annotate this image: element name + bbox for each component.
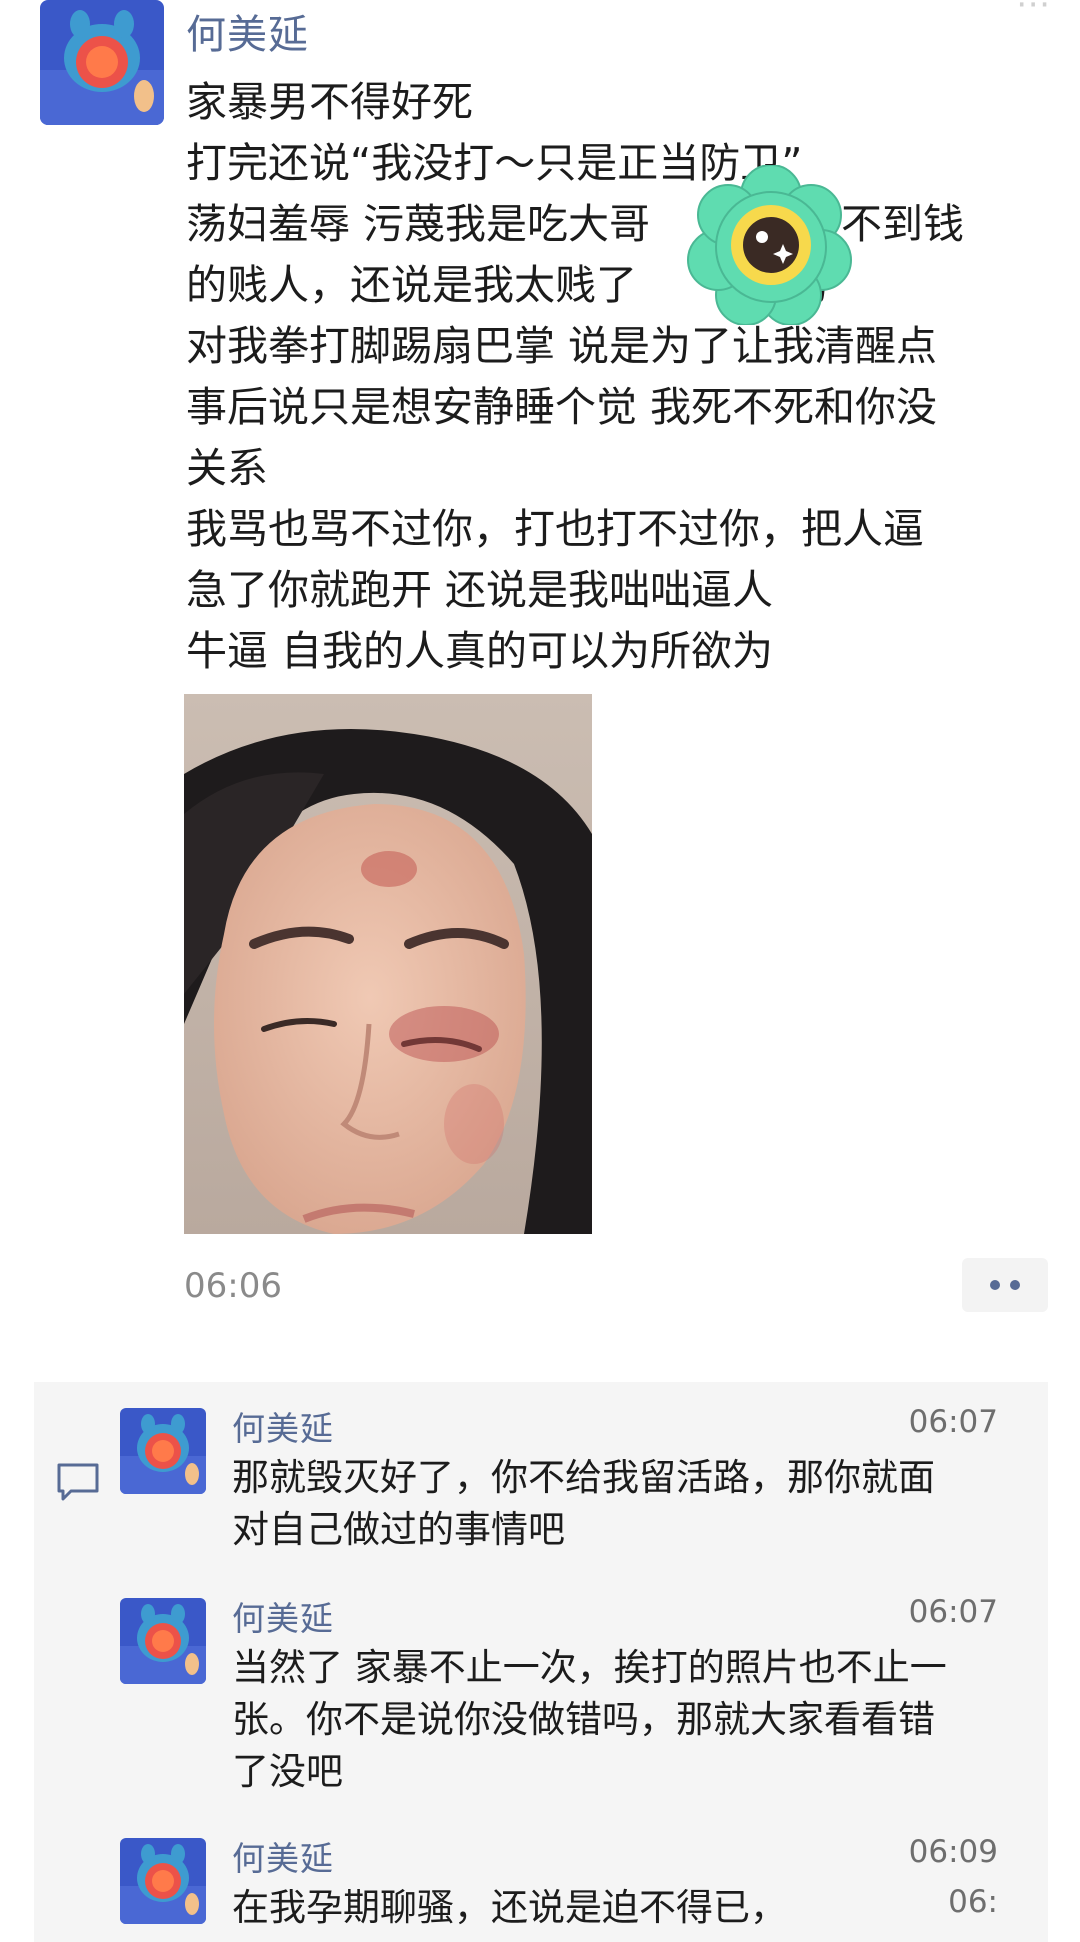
comment-text: 当然了 家暴不止一次，挨打的照片也不止一 张。你不是说你没做错吗，那就大家看看错… [232, 1642, 1012, 1798]
dot-icon [1010, 1280, 1020, 1290]
comment-bubble-icon [56, 1462, 100, 1502]
post-line: 的贱人，还说是我太贱了骂 [186, 255, 1036, 316]
comment-avatar[interactable] [120, 1408, 206, 1494]
avatar-image [120, 1408, 206, 1494]
post-author-name[interactable]: 何美延 [186, 2, 309, 60]
comment-text: 在我孕期聊骚，还说是迫不得已， [232, 1882, 1012, 1934]
post-photo[interactable] [184, 694, 592, 1234]
author-avatar[interactable] [40, 0, 164, 125]
post-line: 家暴男不得好死 [186, 78, 473, 126]
comment-line: 当然了 家暴不止一次，挨打的照片也不止一 [232, 1646, 947, 1689]
flower-sticker-icon [686, 165, 856, 325]
avatar-image [120, 1838, 206, 1924]
post-line: 打完还说“我没打～只是正当防卫” [186, 139, 803, 187]
comment-author[interactable]: 何美延 [232, 1832, 334, 1880]
post-line: 对我拳打脚踢扇巴掌 说是为了让我清醒点 [186, 322, 938, 370]
comment-avatar[interactable] [120, 1598, 206, 1684]
comment-time: 06:07 [908, 1404, 998, 1440]
post-line-part: 的贱人，还说是我太贱了 [186, 261, 637, 309]
more-actions-button[interactable] [962, 1258, 1048, 1312]
dot-icon [990, 1280, 1000, 1290]
moment-post: 何美延 ⋯ 家暴男不得好死 打完还说“我没打～只是正当防卫” 荡妇羞辱 污蔑我是… [0, 0, 1080, 1370]
post-line: 急了你就跑开 还说是我咄咄逼人 [186, 566, 774, 614]
more-dots-icon[interactable]: ⋯ [1016, 0, 1052, 24]
comment-avatar[interactable] [120, 1838, 206, 1924]
post-line: 牛逼 自我的人真的可以为所欲为 [186, 627, 774, 675]
comment-time-partial: 06: [948, 1884, 998, 1920]
comment-line: 张。你不是说你没做错吗，那就大家看看错 [232, 1698, 935, 1741]
comment-line: 对自己做过的事情吧 [232, 1508, 565, 1551]
comment-line: 了没吧 [232, 1750, 343, 1793]
comment-text: 那就毁灭好了，你不给我留活路，那你就面 对自己做过的事情吧 [232, 1452, 1012, 1556]
comments-section: 何美延 06:07 那就毁灭好了，你不给我留活路，那你就面 对自己做过的事情吧 … [34, 1382, 1048, 1942]
post-timestamp: 06:06 [184, 1266, 282, 1306]
avatar-image [40, 0, 164, 125]
avatar-image [120, 1598, 206, 1684]
comment-author[interactable]: 何美延 [232, 1402, 334, 1450]
post-line: 事后说只是想安静睡个觉 我死不死和你没 [186, 383, 938, 431]
post-text: 家暴男不得好死 打完还说“我没打～只是正当防卫” 荡妇羞辱 污蔑我是吃大哥 赚不到… [186, 72, 1036, 682]
post-line-part: 荡妇羞辱 污蔑我是吃大哥 [186, 200, 651, 248]
comment-author[interactable]: 何美延 [232, 1592, 334, 1640]
comment-line: 那就毁灭好了，你不给我留活路，那你就面 [232, 1456, 935, 1499]
post-line: 荡妇羞辱 污蔑我是吃大哥 赚不到钱 [186, 194, 1036, 255]
comment-time: 06:07 [908, 1594, 998, 1630]
comment-time: 06:09 [908, 1834, 998, 1870]
post-line: 我骂也骂不过你，打也打不过你，把人逼 [186, 505, 924, 553]
comment-line: 在我孕期聊骚，还说是迫不得已， [232, 1886, 787, 1929]
post-line: 关系 [186, 444, 268, 492]
